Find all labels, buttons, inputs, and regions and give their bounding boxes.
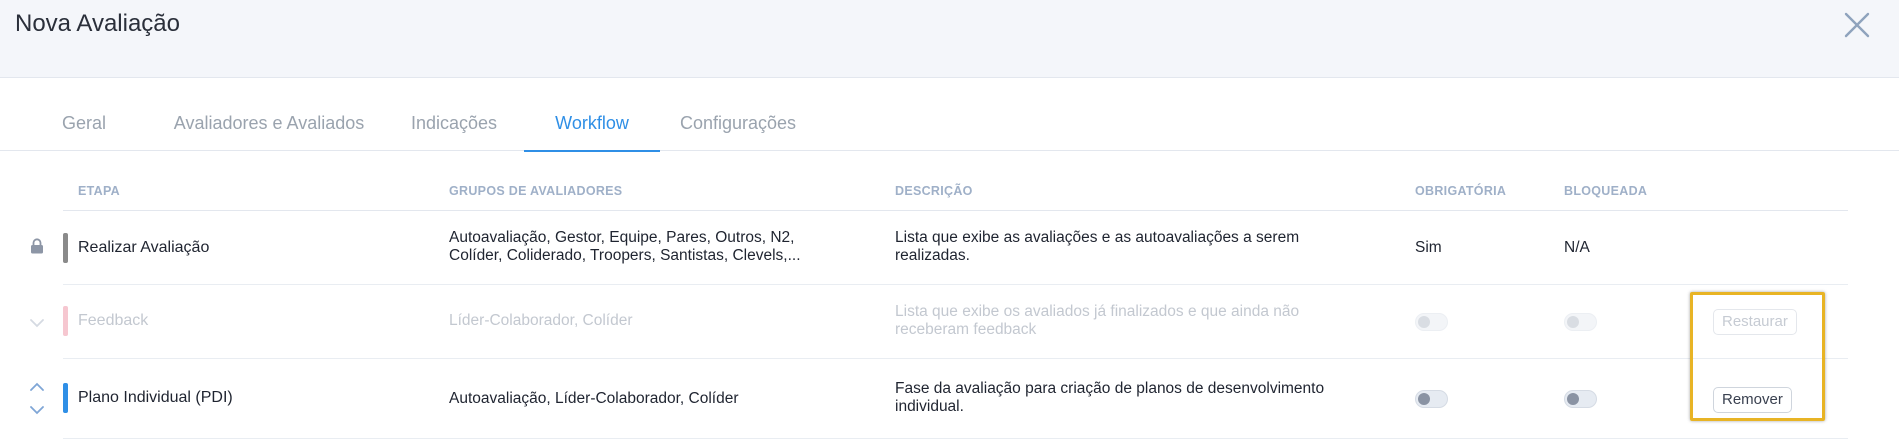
tab-indicacoes[interactable]: Indicações — [404, 78, 504, 151]
required-toggle[interactable] — [1415, 313, 1448, 331]
chevron-down-icon[interactable] — [30, 402, 44, 420]
modal-header: Nova Avaliação — [0, 0, 1899, 78]
column-header-obrigatoria: OBRIGATÓRIA — [1415, 184, 1507, 198]
tab-avaliadores-e-avaliados[interactable]: Avaliadores e Avaliados — [164, 78, 374, 151]
evaluator-groups: Autoavaliação, Líder-Colaborador, Colíde… — [449, 390, 739, 407]
locked-toggle[interactable] — [1564, 390, 1597, 408]
evaluator-groups: Autoavaliação, Gestor, Equipe, Pares, Ou… — [449, 229, 801, 264]
chevron-up-icon[interactable] — [30, 379, 44, 397]
remove-button[interactable]: Remover — [1713, 387, 1792, 413]
evaluator-groups: Líder-Colaborador, Colíder — [449, 312, 633, 329]
stage-name: Feedback — [78, 312, 149, 329]
table-row: Plano Individual (PDI) Autoavaliação, Lí… — [0, 359, 1899, 439]
stage-color-bar — [63, 233, 68, 263]
table-row: Realizar Avaliação Autoavaliação, Gestor… — [0, 211, 1899, 285]
close-icon[interactable] — [1842, 10, 1872, 40]
locked-toggle[interactable] — [1564, 313, 1597, 331]
tab-configuracoes[interactable]: Configurações — [672, 78, 804, 151]
row-divider — [63, 438, 1848, 439]
tab-bar: Geral Avaliadores e Avaliados Indicações… — [0, 78, 1899, 152]
locked-value: N/A — [1564, 239, 1590, 256]
restore-button[interactable]: Restaurar — [1713, 309, 1797, 335]
required-toggle[interactable] — [1415, 390, 1448, 408]
stage-name: Realizar Avaliação — [78, 239, 210, 256]
column-header-etapa: ETAPA — [78, 184, 121, 198]
tab-workflow[interactable]: Workflow — [524, 78, 660, 152]
lock-icon — [30, 238, 44, 259]
stage-description: Fase da avaliação para criação de planos… — [895, 380, 1325, 415]
table-header: ETAPA GRUPOS DE AVALIADORES DESCRIÇÃO OB… — [63, 176, 1848, 211]
chevron-down-icon[interactable] — [30, 315, 44, 333]
column-header-descricao: DESCRIÇÃO — [895, 184, 973, 198]
stage-description: Lista que exibe as avaliações e as autoa… — [895, 229, 1300, 264]
stage-description: Lista que exibe os avaliados já finaliza… — [895, 303, 1300, 338]
stage-color-bar — [63, 383, 68, 413]
stage-name: Plano Individual (PDI) — [78, 389, 233, 406]
table-row: Feedback Líder-Colaborador, Colíder List… — [0, 285, 1899, 359]
column-header-grupos: GRUPOS DE AVALIADORES — [449, 184, 623, 198]
modal-title: Nova Avaliação — [15, 10, 180, 37]
column-header-bloqueada: BLOQUEADA — [1564, 184, 1648, 198]
required-value: Sim — [1415, 239, 1442, 256]
tab-geral[interactable]: Geral — [52, 78, 116, 151]
stage-color-bar — [63, 306, 68, 336]
